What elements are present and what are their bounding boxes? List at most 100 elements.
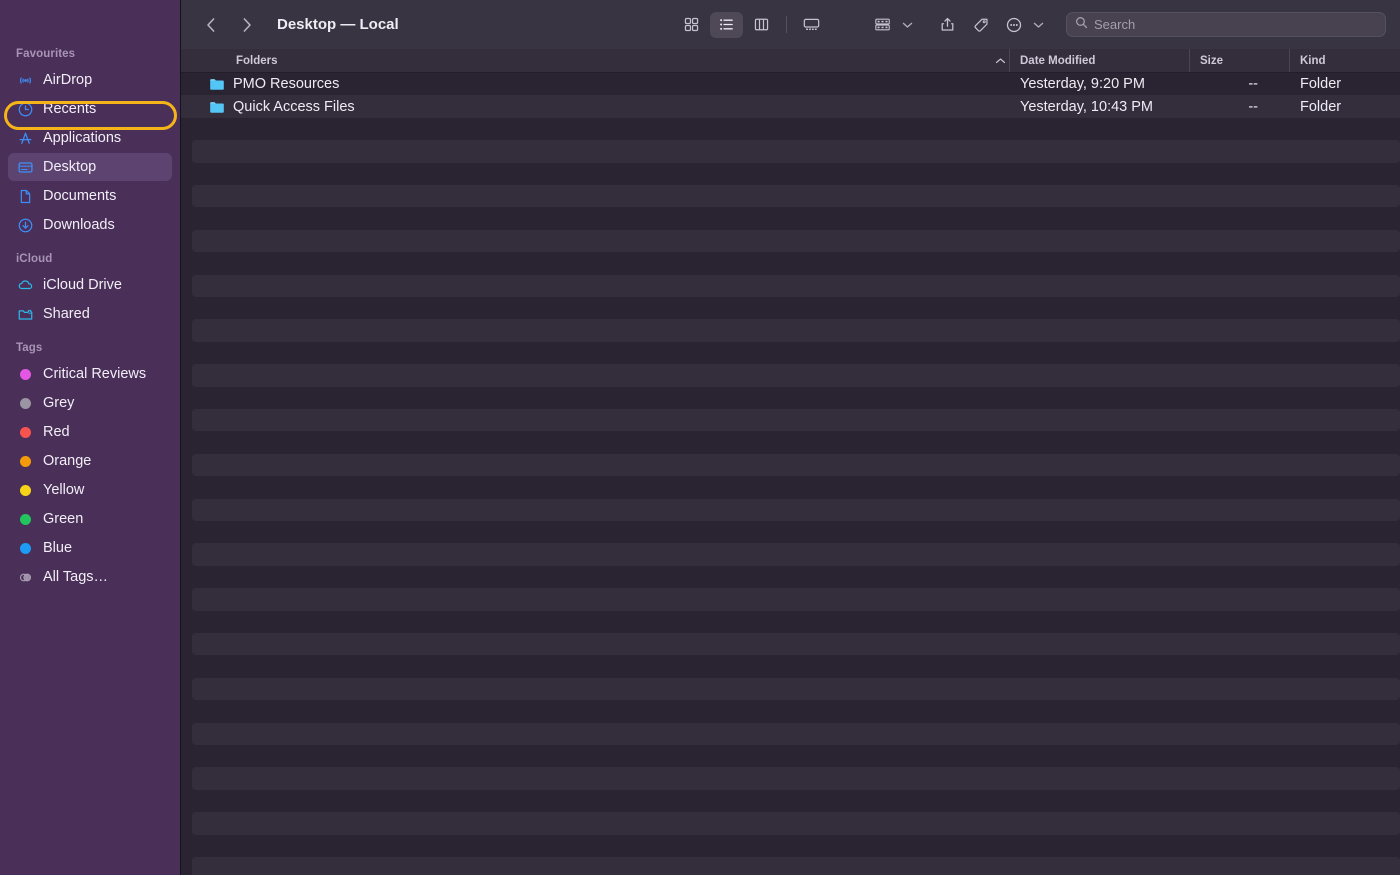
empty-row bbox=[192, 409, 1400, 432]
sidebar-item-shared[interactable]: Shared bbox=[8, 300, 172, 328]
sidebar-item-label: Yellow bbox=[43, 481, 85, 498]
tag-dot-icon bbox=[16, 452, 34, 470]
sidebar-item-tag-orange[interactable]: Orange bbox=[8, 447, 172, 475]
sidebar-item-label: Desktop bbox=[43, 158, 97, 175]
sidebar-item-documents[interactable]: Documents bbox=[8, 182, 172, 210]
chevron-down-icon bbox=[1033, 21, 1044, 29]
empty-row bbox=[192, 274, 1400, 297]
column-header-kind[interactable]: Kind bbox=[1290, 49, 1400, 72]
sidebar-item-tag-critical-reviews[interactable]: Critical Reviews bbox=[8, 360, 172, 388]
column-headers: Folders Date Modified Size Kind bbox=[181, 49, 1400, 73]
sidebar-item-icloud-drive[interactable]: iCloud Drive bbox=[8, 271, 172, 299]
sidebar-item-label: All Tags… bbox=[43, 568, 109, 585]
sidebar-item-label: Applications bbox=[43, 129, 122, 146]
file-list: PMO Resources Yesterday, 9:20 PM -- Fold… bbox=[181, 73, 1400, 875]
sidebar-item-tag-red[interactable]: Red bbox=[8, 418, 172, 446]
sidebar-section-icloud: iCloud iCloud Drive Shared bbox=[0, 253, 180, 328]
column-header-size[interactable]: Size bbox=[1190, 49, 1290, 72]
sidebar-item-all-tags[interactable]: All Tags… bbox=[8, 563, 172, 591]
sidebar-item-tag-blue[interactable]: Blue bbox=[8, 534, 172, 562]
clock-icon bbox=[16, 100, 34, 118]
desktop-icon bbox=[16, 158, 34, 176]
sidebar-item-label: iCloud Drive bbox=[43, 276, 122, 293]
empty-row bbox=[192, 229, 1400, 253]
empty-row bbox=[192, 812, 1400, 835]
sidebar-item-label: Shared bbox=[43, 305, 90, 322]
empty-row bbox=[192, 319, 1400, 342]
empty-row bbox=[192, 857, 1400, 875]
tag-dot-icon bbox=[16, 481, 34, 499]
shared-folder-icon bbox=[16, 305, 34, 323]
chevron-down-icon bbox=[902, 21, 913, 29]
file-name-cell: PMO Resources bbox=[181, 76, 992, 92]
sidebar-section-title: Favourites bbox=[16, 48, 76, 60]
file-name-cell: Quick Access Files bbox=[181, 99, 992, 115]
sidebar-item-label: Blue bbox=[43, 539, 73, 556]
empty-row bbox=[192, 364, 1400, 387]
file-size: -- bbox=[1248, 76, 1258, 93]
empty-row bbox=[192, 140, 1400, 163]
column-view-button[interactable] bbox=[745, 12, 778, 38]
downloads-icon bbox=[16, 216, 34, 234]
sidebar-item-tag-yellow[interactable]: Yellow bbox=[8, 476, 172, 504]
view-mode-group bbox=[675, 11, 828, 38]
sidebar-item-label: Critical Reviews bbox=[43, 365, 147, 382]
window-title: Desktop — Local bbox=[277, 16, 399, 33]
share-button[interactable] bbox=[931, 12, 964, 38]
main-content: Desktop — Local Search Folders Date Modi… bbox=[181, 0, 1400, 875]
column-header-name[interactable]: Folders bbox=[181, 49, 992, 72]
forward-button[interactable] bbox=[235, 12, 259, 38]
table-row[interactable]: Quick Access Files Yesterday, 10:43 PM -… bbox=[181, 95, 1400, 118]
sidebar-item-tag-grey[interactable]: Grey bbox=[8, 389, 172, 417]
more-actions-control[interactable] bbox=[997, 12, 1044, 38]
sidebar-item-label: Downloads bbox=[43, 216, 115, 233]
list-view-button[interactable] bbox=[710, 11, 743, 38]
sidebar-item-airdrop[interactable]: AirDrop bbox=[8, 66, 172, 94]
search-input[interactable]: Search bbox=[1094, 17, 1135, 32]
column-header-date-modified[interactable]: Date Modified bbox=[1010, 49, 1190, 72]
sidebar-item-label: Orange bbox=[43, 452, 92, 469]
finder-window: Favourites AirDrop Recents Applications bbox=[0, 0, 1400, 875]
toolbar: Desktop — Local Search bbox=[181, 0, 1400, 49]
sidebar-item-downloads[interactable]: Downloads bbox=[8, 211, 172, 239]
empty-row bbox=[192, 185, 1400, 208]
sidebar-item-tag-green[interactable]: Green bbox=[8, 505, 172, 533]
sidebar-item-label: Recents bbox=[43, 100, 97, 117]
navigation-buttons bbox=[199, 12, 259, 38]
tag-dot-icon bbox=[16, 539, 34, 557]
sidebar-item-label: Red bbox=[43, 423, 70, 440]
sidebar-section-favourites: Favourites AirDrop Recents Applications bbox=[0, 48, 180, 239]
file-date-modified: Yesterday, 9:20 PM bbox=[1020, 76, 1145, 93]
empty-row bbox=[192, 633, 1400, 656]
sidebar-item-label: Green bbox=[43, 510, 84, 527]
file-date-modified: Yesterday, 10:43 PM bbox=[1020, 98, 1153, 115]
back-button[interactable] bbox=[199, 12, 223, 38]
tag-button[interactable] bbox=[964, 12, 997, 38]
sidebar-item-recents[interactable]: Recents bbox=[8, 95, 172, 123]
group-by-control[interactable] bbox=[866, 12, 913, 38]
sidebar-item-applications[interactable]: Applications bbox=[8, 124, 172, 152]
sidebar-item-label: AirDrop bbox=[43, 71, 93, 88]
gallery-view-button[interactable] bbox=[795, 12, 828, 38]
sidebar-section-tags: Tags Critical Reviews Grey Red Orange Ye… bbox=[0, 342, 180, 591]
more-actions-button[interactable] bbox=[997, 12, 1030, 38]
sidebar: Favourites AirDrop Recents Applications bbox=[0, 0, 181, 875]
applications-icon bbox=[16, 129, 34, 147]
empty-row bbox=[192, 453, 1400, 477]
empty-row bbox=[192, 588, 1400, 611]
search-field[interactable]: Search bbox=[1066, 12, 1386, 37]
empty-row bbox=[192, 722, 1400, 745]
toolbar-divider bbox=[786, 16, 787, 33]
empty-row bbox=[192, 543, 1400, 566]
file-kind: Folder bbox=[1300, 98, 1342, 115]
group-by-button[interactable] bbox=[866, 12, 899, 38]
tag-dot-icon bbox=[16, 510, 34, 528]
table-row[interactable]: PMO Resources Yesterday, 9:20 PM -- Fold… bbox=[181, 73, 1400, 95]
sidebar-item-label: Documents bbox=[43, 187, 117, 204]
grid-view-button[interactable] bbox=[675, 12, 708, 38]
sidebar-section-title: Tags bbox=[16, 342, 43, 354]
sidebar-item-desktop[interactable]: Desktop bbox=[8, 153, 172, 181]
file-size: -- bbox=[1248, 98, 1258, 115]
column-sort-indicator[interactable] bbox=[992, 49, 1010, 72]
tag-dot-icon bbox=[16, 423, 34, 441]
